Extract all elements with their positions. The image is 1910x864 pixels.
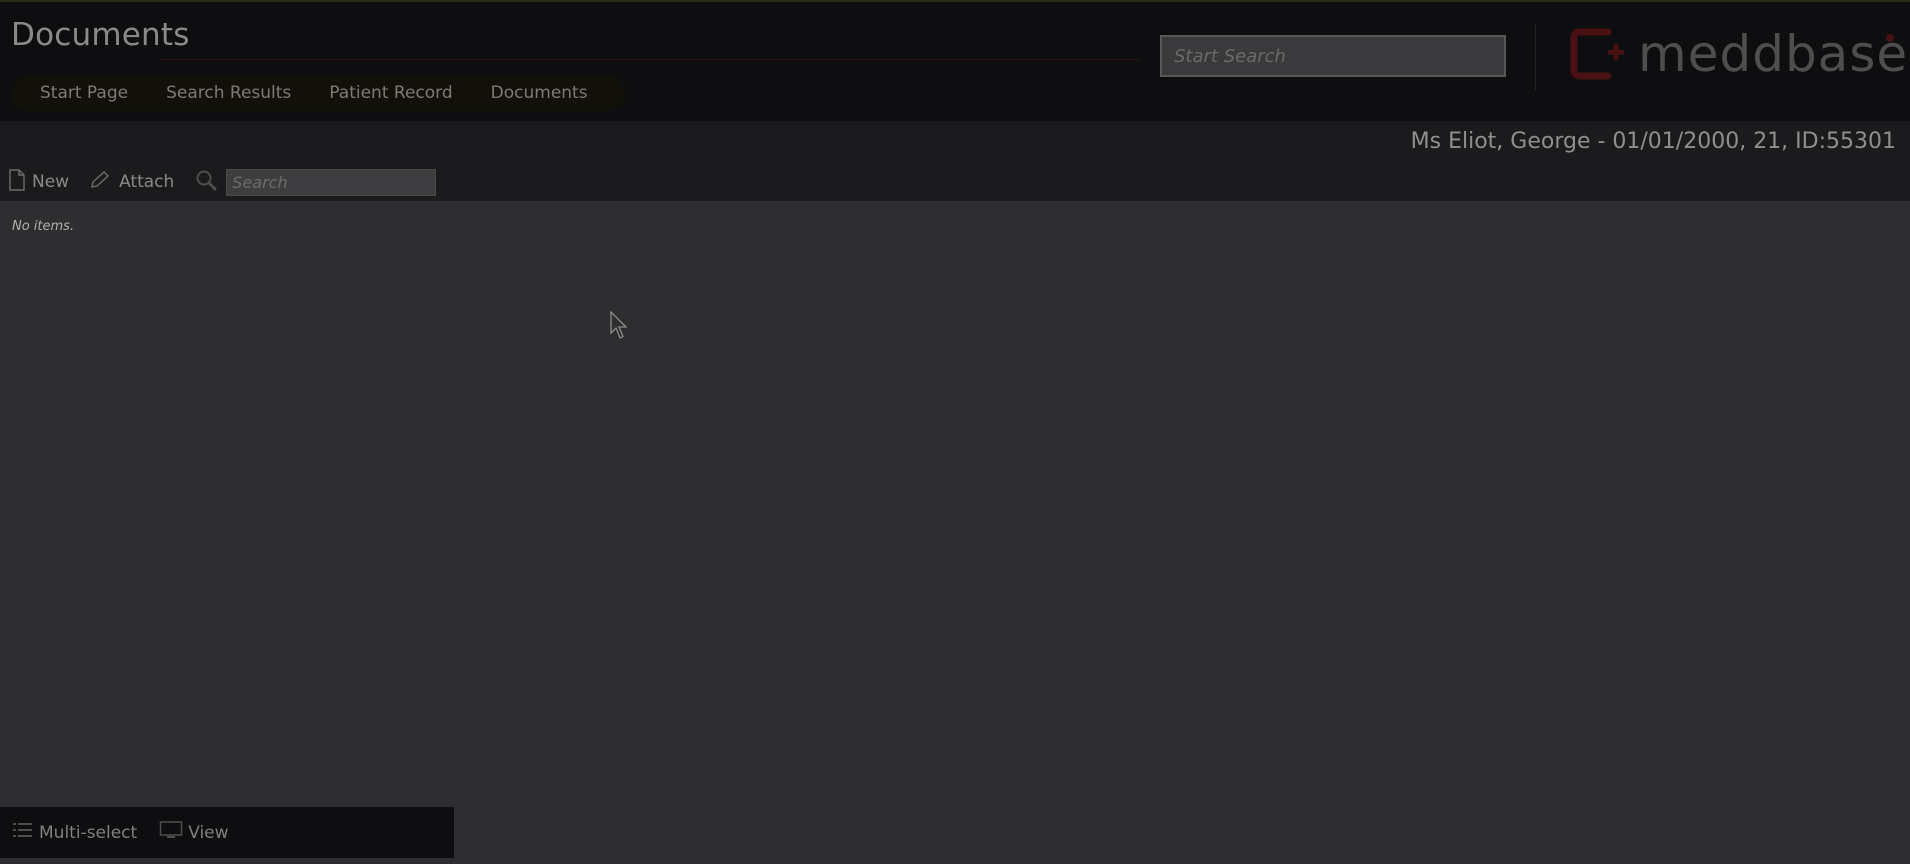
monitor-icon (159, 820, 188, 845)
toolbar: New Attach (0, 163, 1910, 201)
list-icon (12, 820, 39, 845)
multi-select-label: Multi-select (39, 822, 138, 843)
logo-mark-icon (1568, 26, 1626, 82)
attach-label: Attach (119, 172, 175, 192)
cursor-arrow-icon (610, 310, 630, 346)
page-title: Documents (11, 17, 190, 53)
new-button[interactable]: New (8, 168, 70, 196)
breadcrumb: Start Page Search Results Patient Record… (11, 75, 625, 111)
breadcrumb-start-page[interactable]: Start Page (21, 83, 147, 103)
logo-text: meddbase (1638, 25, 1909, 83)
magnifier-icon[interactable] (194, 168, 218, 197)
start-search-input[interactable] (1160, 35, 1506, 77)
multi-select-button[interactable]: Multi-select (12, 820, 137, 845)
view-label: View (188, 822, 229, 843)
new-document-icon (8, 168, 32, 196)
meddbase-logo[interactable]: meddbase (1568, 24, 1907, 84)
patient-bar: Ms Eliot, George - 01/01/2000, 21, ID:55… (0, 121, 1910, 163)
patient-info: Ms Eliot, George - 01/01/2000, 21, ID:55… (1410, 129, 1896, 154)
empty-list-message: No items. (12, 219, 75, 234)
header: Documents Start Page Search Results Pati… (0, 0, 1910, 121)
view-button[interactable]: View (159, 820, 229, 845)
document-search-input[interactable] (226, 168, 437, 196)
registered-mark (1886, 34, 1894, 42)
footer-toolbar: Multi-select View (0, 807, 454, 858)
breadcrumb-patient-record[interactable]: Patient Record (310, 83, 471, 103)
attach-button[interactable]: Attach (89, 170, 174, 195)
breadcrumb-search-results[interactable]: Search Results (147, 83, 310, 103)
breadcrumb-documents[interactable]: Documents (472, 83, 607, 103)
new-label: New (32, 172, 70, 192)
attach-pencil-icon (89, 170, 119, 195)
header-divider (1535, 24, 1536, 90)
title-underline (160, 59, 1140, 60)
